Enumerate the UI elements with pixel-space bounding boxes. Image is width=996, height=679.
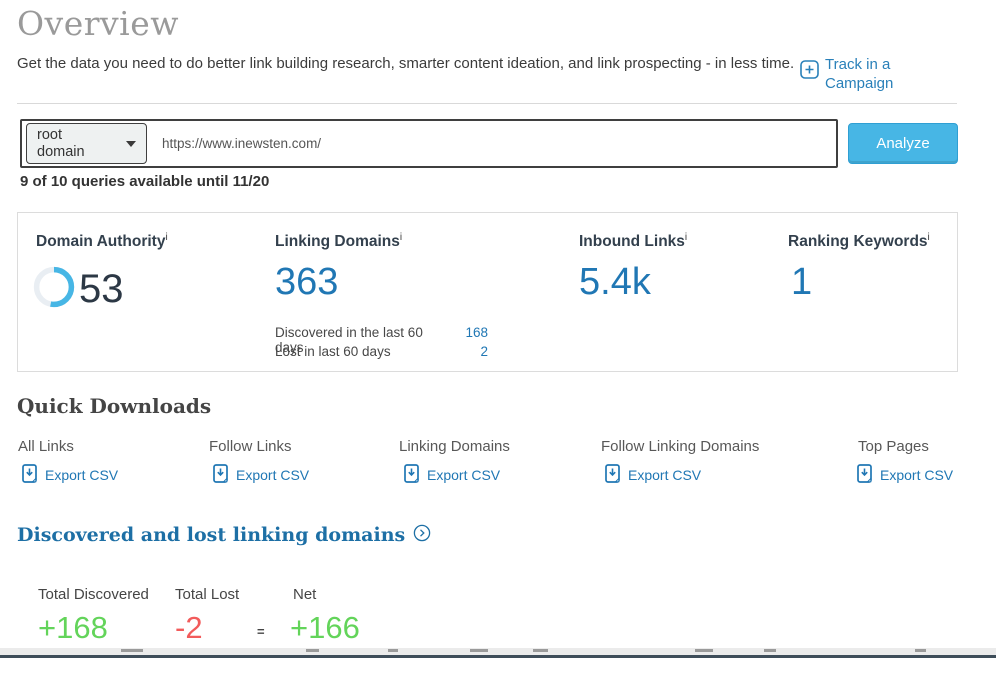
info-icon[interactable]: i [685, 232, 687, 243]
metric-header-domain-authority: Domain Authorityi [36, 232, 168, 251]
export-csv-label: Export CSV [236, 467, 309, 483]
lost-60-days-value[interactable]: 2 [448, 344, 488, 359]
track-in-campaign-label: Track in a Campaign [825, 55, 907, 93]
qd-label-linking-domains: Linking Domains [399, 438, 510, 455]
page-title: Overview [17, 4, 179, 43]
discovered-lost-heading-link[interactable]: Discovered and lost linking domains [17, 522, 431, 547]
analyze-button[interactable]: Analyze [848, 123, 958, 164]
export-csv-label: Export CSV [880, 467, 953, 483]
export-csv-linking-domains[interactable]: Export CSV [404, 464, 500, 486]
metric-header-linking-domains: Linking Domainsi [275, 232, 402, 251]
link-explorer-overview-page: Overview Get the data you need to do bet… [0, 0, 996, 679]
qd-label-follow-linking-domains: Follow Linking Domains [601, 438, 759, 455]
lost-60-days-label: Lost in last 60 days [275, 344, 448, 359]
inbound-links-value: 5.4k [579, 261, 651, 304]
net-label: Net [293, 586, 316, 603]
equals-sign: = [257, 624, 265, 639]
plus-square-icon [800, 60, 819, 84]
scope-dropdown[interactable]: root domain [26, 123, 147, 164]
total-lost-value: -2 [175, 610, 203, 646]
domain-authority-value-row: 53 [32, 265, 124, 314]
metric-header-ranking-keywords: Ranking Keywordsi [788, 232, 930, 251]
clipped-next-section [0, 648, 996, 655]
qd-label-top-pages: Top Pages [858, 438, 929, 455]
metric-header-inbound-links: Inbound Linksi [579, 232, 687, 251]
export-csv-label: Export CSV [427, 467, 500, 483]
metric-label: Ranking Keywords [788, 233, 928, 250]
export-csv-follow-linking-domains[interactable]: Export CSV [605, 464, 701, 486]
total-discovered-label: Total Discovered [38, 586, 149, 603]
download-file-icon [605, 464, 620, 486]
total-discovered-value: +168 [38, 610, 108, 646]
export-csv-follow-links[interactable]: Export CSV [213, 464, 309, 486]
track-in-campaign-link[interactable]: Track in a Campaign [800, 55, 907, 93]
url-input[interactable] [160, 130, 820, 156]
ranking-keywords-value: 1 [791, 261, 812, 304]
scope-dropdown-value: root domain [37, 127, 99, 161]
quick-downloads-title: Quick Downloads [17, 394, 211, 418]
discovered-lost-heading-label: Discovered and lost linking domains [17, 524, 405, 546]
info-icon[interactable]: i [400, 232, 402, 243]
download-file-icon [404, 464, 419, 486]
qd-label-follow-links: Follow Links [209, 438, 292, 455]
download-file-icon [857, 464, 872, 486]
metrics-card: Domain Authorityi 53 Linking Domainsi 36… [17, 212, 958, 372]
caret-down-icon [126, 141, 136, 147]
metric-label: Domain Authority [36, 233, 165, 250]
analyze-button-label: Analyze [876, 135, 929, 152]
metric-label: Linking Domains [275, 233, 400, 250]
section-boundary-line [0, 655, 996, 658]
header-divider [17, 103, 957, 104]
info-icon[interactable]: i [928, 232, 930, 243]
export-csv-label: Export CSV [45, 467, 118, 483]
linking-domains-value: 363 [275, 261, 338, 304]
query-quota-text: 9 of 10 queries available until 11/20 [20, 173, 269, 190]
export-csv-label: Export CSV [628, 467, 701, 483]
net-value: +166 [290, 610, 360, 646]
da-gauge [32, 265, 76, 314]
qd-label-all-links: All Links [18, 438, 74, 455]
total-lost-label: Total Lost [175, 586, 239, 603]
lost-60-days-row: Lost in last 60 days 2 [275, 344, 488, 359]
info-icon[interactable]: i [165, 232, 167, 243]
metric-label: Inbound Links [579, 233, 685, 250]
export-csv-top-pages[interactable]: Export CSV [857, 464, 953, 486]
export-csv-all-links[interactable]: Export CSV [22, 464, 118, 486]
page-description: Get the data you need to do better link … [17, 53, 795, 74]
domain-authority-value: 53 [79, 267, 124, 312]
download-file-icon [213, 464, 228, 486]
download-file-icon [22, 464, 37, 486]
chevron-right-circle-icon [413, 522, 431, 547]
